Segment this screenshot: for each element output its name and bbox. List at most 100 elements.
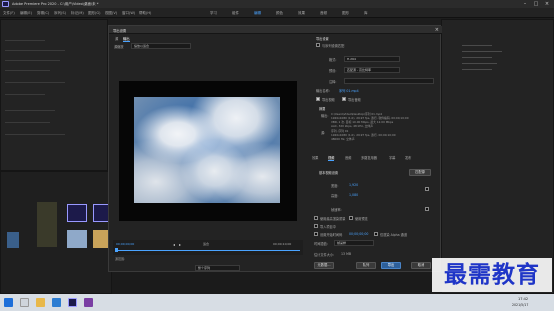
menu-marker[interactable]: 标记(M) bbox=[71, 11, 84, 16]
menu-window[interactable]: 窗口(W) bbox=[122, 11, 135, 16]
set-out-icon[interactable]: ▸ bbox=[179, 242, 181, 247]
link-dimensions-checkbox[interactable] bbox=[425, 187, 429, 191]
render-alpha-label: 仅渲染 Alpha 通道 bbox=[380, 233, 408, 237]
project-panel bbox=[0, 171, 112, 294]
comments-field[interactable] bbox=[344, 78, 434, 84]
set-in-icon[interactable]: ◂ bbox=[173, 242, 175, 247]
summary-header: 摘要 bbox=[319, 107, 326, 111]
frame-rate-label: 帧速率: bbox=[331, 208, 342, 212]
fit-select[interactable]: 适合 bbox=[203, 242, 209, 246]
summary-output-label: 输出: bbox=[321, 114, 329, 118]
menu-view[interactable]: 视图(V) bbox=[105, 11, 117, 16]
maximize-icon[interactable]: □ bbox=[531, 1, 541, 7]
tab-publish[interactable]: 发布 bbox=[405, 155, 411, 160]
workspace-editing[interactable]: 编辑 bbox=[254, 11, 261, 16]
export-audio-checkbox[interactable] bbox=[342, 97, 346, 101]
menu-edit[interactable]: 编辑(E) bbox=[20, 11, 32, 16]
frame-rate-checkbox[interactable] bbox=[425, 207, 429, 211]
basic-video-header: 基本视频设置 bbox=[319, 171, 339, 175]
height-value[interactable]: 1,080 bbox=[349, 193, 358, 197]
workspace-graphics[interactable]: 图形 bbox=[342, 11, 349, 16]
thumbnail bbox=[67, 230, 87, 248]
timecode-start: 00;00;00;00 bbox=[116, 242, 135, 246]
start-icon[interactable] bbox=[4, 298, 13, 307]
width-value[interactable]: 1,920 bbox=[349, 183, 358, 187]
tab-video[interactable]: 视频 bbox=[328, 155, 335, 161]
output-name-label: 输出名称: bbox=[316, 89, 330, 93]
summary-output-line: AAC, 320 kbps, 48 kHz, 立体声 bbox=[331, 124, 374, 128]
export-settings-dialog: 导出设置 × 源 输出 源缩放 缩放以适合 00;00;00;00 ◂ ▸ 适合… bbox=[108, 25, 442, 272]
project-icon bbox=[7, 232, 19, 248]
match-sequence-label: 与序列设置匹配 bbox=[322, 44, 345, 48]
menu-file[interactable]: 文件(F) bbox=[3, 11, 15, 16]
effects-panel bbox=[441, 19, 554, 294]
search-icon[interactable] bbox=[20, 298, 29, 307]
workspace-assembly[interactable]: 组件 bbox=[232, 11, 239, 16]
playhead[interactable] bbox=[115, 248, 118, 252]
time-interp-select[interactable]: 帧采样 bbox=[334, 240, 374, 246]
max-render-label: 使用最高渲染质量 bbox=[320, 217, 346, 221]
folder-icon bbox=[93, 230, 109, 248]
file-explorer-icon[interactable] bbox=[36, 298, 45, 307]
tab-audio[interactable]: 音频 bbox=[345, 155, 351, 160]
cancel-button[interactable]: 取消 bbox=[411, 262, 431, 269]
app-title: Adobe Premiere Pro 2020 - C:\用户\Video\桌面… bbox=[12, 2, 99, 6]
premiere-taskbar-icon[interactable] bbox=[68, 298, 77, 307]
menu-help[interactable]: 帮助(H) bbox=[139, 11, 151, 16]
width-label: 宽度: bbox=[331, 184, 339, 188]
match-sequence-checkbox[interactable] bbox=[316, 43, 320, 47]
start-tc-value[interactable]: 00;00;00;00 bbox=[349, 232, 368, 236]
tab-output[interactable]: 输出 bbox=[123, 36, 130, 42]
preview-tabs: 源 输出 bbox=[109, 34, 309, 43]
max-render-checkbox[interactable] bbox=[314, 216, 318, 220]
tab-captions[interactable]: 字幕 bbox=[389, 155, 395, 160]
workspace-learn[interactable]: 学习 bbox=[210, 11, 217, 16]
preset-select[interactable]: 匹配源 - 高比特率 bbox=[344, 67, 400, 73]
menu-graphics[interactable]: 图形(G) bbox=[88, 11, 100, 16]
set-start-tc-checkbox[interactable] bbox=[314, 232, 318, 236]
summary-source-label: 源: bbox=[321, 131, 326, 135]
use-previews-checkbox[interactable] bbox=[349, 216, 353, 220]
close-window-icon[interactable]: × bbox=[542, 1, 552, 7]
tab-effects[interactable]: 效果 bbox=[312, 155, 318, 160]
source-scaling-select[interactable]: 缩放以适合 bbox=[131, 43, 191, 49]
range-bar[interactable] bbox=[116, 250, 300, 251]
folder-list bbox=[37, 202, 57, 247]
output-name-link[interactable]: 序列 01.mp4 bbox=[339, 88, 359, 93]
import-into-project-checkbox[interactable] bbox=[314, 224, 318, 228]
workspace-libraries[interactable]: 库 bbox=[364, 11, 368, 16]
tab-multiplexer[interactable]: 多路复用器 bbox=[361, 155, 377, 160]
export-button[interactable]: 导出 bbox=[381, 262, 401, 269]
close-icon[interactable]: × bbox=[435, 27, 439, 33]
menu-clip[interactable]: 剪辑(C) bbox=[37, 11, 49, 16]
render-alpha-checkbox[interactable] bbox=[374, 232, 378, 236]
app-icon[interactable] bbox=[84, 298, 93, 307]
source-range-label: 源范围: bbox=[115, 257, 126, 261]
match-source-button[interactable]: 匹配源 bbox=[409, 169, 431, 176]
scrub-bar[interactable]: 00;00;00;00 ◂ ▸ 适合 00;00;10;00 bbox=[113, 240, 303, 255]
comments-label: 注释: bbox=[329, 80, 337, 84]
workspace-color[interactable]: 颜色 bbox=[276, 11, 283, 16]
clock-time: 17:42 bbox=[518, 297, 529, 301]
menu-bar: 文件(F) 编辑(E) 剪辑(C) 序列(S) 标记(M) 图形(G) 视图(V… bbox=[0, 8, 554, 18]
import-into-project-label: 导入项目中 bbox=[320, 225, 336, 229]
video-preview bbox=[134, 97, 280, 203]
app-title-bar: Adobe Premiere Pro 2020 - C:\用户\Video\桌面… bbox=[0, 0, 554, 8]
source-range-select[interactable]: 整个序列 bbox=[195, 265, 240, 271]
browser-icon[interactable] bbox=[52, 298, 61, 307]
queue-button[interactable]: 队列 bbox=[356, 262, 376, 269]
export-video-label: 导出视频 bbox=[322, 98, 335, 102]
summary-source-line: 48000 Hz, 立体声 bbox=[331, 137, 355, 141]
height-label: 高度: bbox=[331, 194, 339, 198]
export-video-checkbox[interactable] bbox=[316, 97, 320, 101]
format-select[interactable]: H.264 bbox=[344, 56, 400, 62]
minimize-icon[interactable]: – bbox=[520, 1, 530, 7]
premiere-logo-icon bbox=[2, 1, 9, 7]
export-audio-label: 导出音频 bbox=[348, 98, 361, 102]
workspace-audio[interactable]: 音频 bbox=[320, 11, 327, 16]
metadata-button[interactable]: 元数据... bbox=[314, 262, 334, 269]
format-label: 格式: bbox=[329, 58, 337, 62]
menu-sequence[interactable]: 序列(S) bbox=[54, 11, 66, 16]
tab-source[interactable]: 源 bbox=[115, 36, 118, 41]
workspace-effects[interactable]: 效果 bbox=[298, 11, 305, 16]
